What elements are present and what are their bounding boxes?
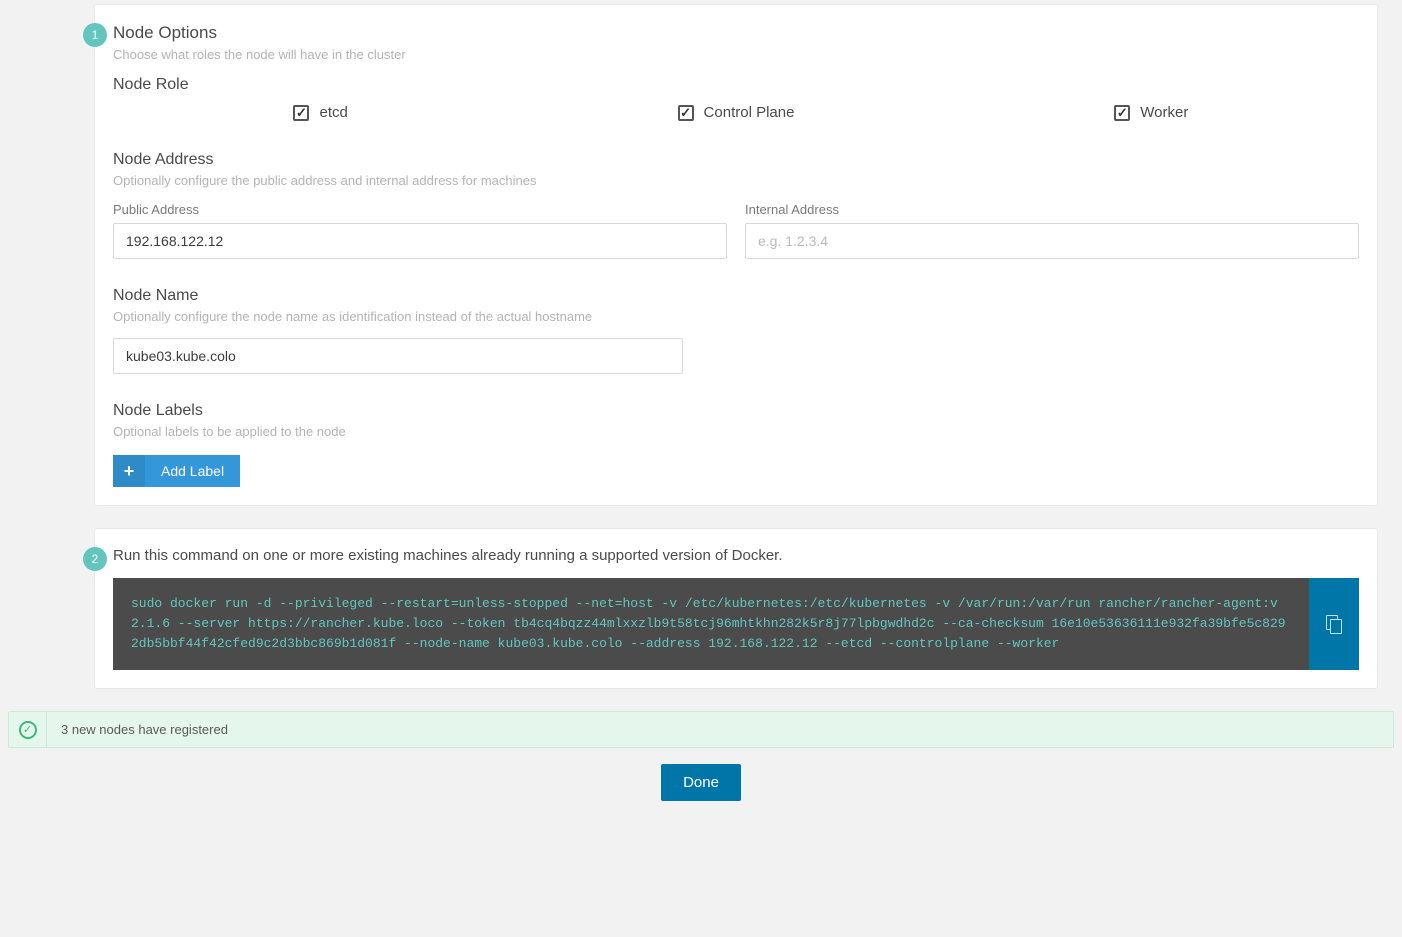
node-name-subtitle: Optionally configure the node name as id… [113,309,1359,324]
internal-address-label: Internal Address [745,202,1359,217]
etcd-checkbox[interactable] [293,105,309,121]
check-circle-icon: ✓ [19,721,37,739]
run-command-panel: 2 Run this command on one or more existi… [94,528,1378,689]
public-address-label: Public Address [113,202,727,217]
step-badge-2: 2 [83,547,107,571]
etcd-label: etcd [319,104,347,121]
add-label-button-text: Add Label [145,463,240,479]
internal-address-input[interactable] [745,223,1359,259]
public-address-input[interactable] [113,223,727,259]
node-options-title: Node Options [113,23,1359,43]
worker-label: Worker [1140,104,1188,121]
node-name-input[interactable] [113,338,683,374]
control-plane-label: Control Plane [704,104,795,121]
worker-checkbox[interactable] [1114,105,1130,121]
add-label-button[interactable]: + Add Label [113,455,240,487]
control-plane-checkbox[interactable] [678,105,694,121]
node-address-title: Node Address [113,151,1359,169]
clipboard-icon [1326,615,1342,633]
node-role-label: Node Role [113,76,1359,94]
node-options-panel: 1 Node Options Choose what roles the nod… [94,4,1378,506]
node-name-title: Node Name [113,287,1359,305]
node-labels-subtitle: Optional labels to be applied to the nod… [113,424,1359,439]
node-labels-title: Node Labels [113,402,1359,420]
node-address-subtitle: Optionally configure the public address … [113,173,1359,188]
node-options-subtitle: Choose what roles the node will have in … [113,47,1359,62]
plus-icon: + [113,455,145,487]
done-button[interactable]: Done [661,764,741,801]
run-command-instruction: Run this command on one or more existing… [113,547,1359,564]
copy-button[interactable] [1309,578,1359,670]
step-badge-1: 1 [83,23,107,47]
status-bar: ✓ 3 new nodes have registered [8,711,1394,748]
command-text[interactable]: sudo docker run -d --privileged --restar… [113,578,1309,670]
status-message: 3 new nodes have registered [47,712,242,747]
